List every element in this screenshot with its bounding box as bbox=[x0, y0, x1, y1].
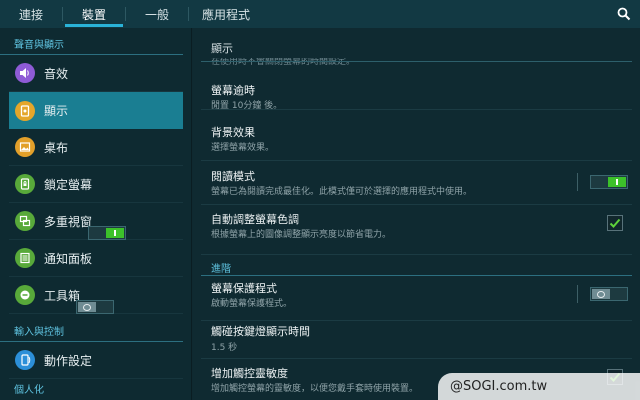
sidebar-item-motion[interactable]: 動作設定 bbox=[9, 342, 183, 379]
setting-touch-key-light-duration[interactable]: 觸碰按鍵燈顯示時間 1.5 秒 bbox=[201, 321, 632, 359]
sidebar-item-label: 音效 bbox=[44, 66, 69, 81]
multi-window-icon bbox=[15, 211, 35, 231]
setting-subtitle: 根據螢幕上的圖像調整顯示亮度以節省電力。 bbox=[211, 230, 392, 240]
setting-title: 觸碰按鍵燈顯示時間 bbox=[211, 325, 310, 338]
toolbox-toggle[interactable] bbox=[76, 300, 115, 314]
toggle-knob bbox=[608, 177, 626, 187]
sidebar: 聲音與顯示 音效 顯示 桌布 鎖定螢幕 多重視窗 通知面板 工具箱 輸入與控制 … bbox=[0, 28, 192, 400]
section-header-personalization: 個人化 bbox=[14, 385, 44, 396]
section-header-advanced: 進階 bbox=[201, 256, 632, 276]
setting-auto-adjust-screen-tone[interactable]: 自動調整螢幕色調 根據螢幕上的圖像調整顯示亮度以節省電力。 bbox=[201, 205, 632, 255]
tab-general[interactable]: 一般 bbox=[126, 0, 188, 28]
setting-subtitle: 啟動螢幕保護程式。 bbox=[211, 299, 293, 309]
toggle-knob bbox=[592, 289, 610, 299]
toggle-divider bbox=[577, 173, 578, 191]
sidebar-item-multi-window[interactable]: 多重視窗 bbox=[9, 203, 183, 240]
sidebar-item-display[interactable]: 顯示 bbox=[9, 92, 183, 129]
tab-applications[interactable]: 應用程式 bbox=[189, 0, 263, 28]
setting-screen-timeout[interactable]: 螢幕逾時 閒置 10分鐘 後。 bbox=[201, 70, 632, 111]
search-button[interactable] bbox=[614, 4, 634, 24]
sidebar-item-sound[interactable]: 音效 bbox=[9, 55, 183, 92]
sidebar-item-toolbox[interactable]: 工具箱 bbox=[9, 277, 183, 314]
setting-background-effect[interactable]: 背景效果 選擇螢幕效果。 bbox=[201, 110, 632, 161]
search-icon bbox=[617, 7, 631, 21]
tab-device[interactable]: 裝置 bbox=[63, 0, 125, 28]
volume-icon bbox=[15, 63, 35, 83]
sidebar-item-label: 桌布 bbox=[44, 140, 69, 155]
setting-title: 閱讀模式 bbox=[211, 170, 255, 183]
sidebar-item-label: 多重視窗 bbox=[44, 214, 93, 229]
section-header-input-control: 輸入與控制 bbox=[0, 316, 183, 342]
section-header-sound-display: 聲音與顯示 bbox=[0, 28, 183, 55]
reading-mode-toggle[interactable] bbox=[590, 175, 628, 189]
setting-title: 螢幕保護程式 bbox=[211, 282, 277, 295]
sidebar-item-label: 通知面板 bbox=[44, 251, 93, 266]
wallpaper-icon bbox=[15, 137, 35, 157]
motion-icon bbox=[15, 350, 35, 370]
top-tab-bar: 連接 裝置 一般 應用程式 bbox=[0, 0, 640, 28]
auto-adjust-checkbox[interactable] bbox=[607, 215, 623, 231]
sidebar-item-notification-panel[interactable]: 通知面板 bbox=[9, 240, 183, 277]
toggle-knob bbox=[78, 302, 97, 312]
toolbox-icon bbox=[15, 285, 35, 305]
screen-saver-toggle[interactable] bbox=[590, 287, 628, 301]
sidebar-item-label: 動作設定 bbox=[44, 353, 93, 368]
multi-window-toggle[interactable] bbox=[88, 226, 127, 240]
scrolled-subtitle: 在使用時不會關閉螢幕的時間設定。 bbox=[211, 58, 356, 67]
sidebar-item-label: 顯示 bbox=[44, 104, 69, 118]
setting-subtitle: 1.5 秒 bbox=[211, 343, 238, 353]
setting-subtitle: 選擇螢幕效果。 bbox=[211, 143, 275, 153]
setting-title: 背景效果 bbox=[211, 126, 255, 139]
setting-subtitle: 螢幕已為閱讀完成最佳化。此模式僅可於選擇的應用程式中使用。 bbox=[211, 187, 473, 197]
setting-subtitle: 增加觸控螢幕的靈敏度，以便您戴手套時使用裝置。 bbox=[211, 384, 419, 394]
checkmark-icon bbox=[609, 218, 621, 228]
title-divider bbox=[201, 61, 632, 62]
setting-screen-saver[interactable]: 螢幕保護程式 啟動螢幕保護程式。 bbox=[201, 277, 632, 321]
watermark: @SOGI.com.tw bbox=[438, 373, 640, 400]
lock-screen-icon bbox=[15, 174, 35, 194]
sidebar-item-label: 工具箱 bbox=[44, 288, 81, 303]
setting-reading-mode[interactable]: 閱讀模式 螢幕已為閱讀完成最佳化。此模式僅可於選擇的應用程式中使用。 bbox=[201, 161, 632, 205]
page-title: 顯示 bbox=[211, 42, 233, 55]
setting-title: 增加觸控靈敏度 bbox=[211, 367, 288, 380]
display-settings-panel: 顯示 在使用時不會關閉螢幕的時間設定。 螢幕逾時 閒置 10分鐘 後。 背景效果… bbox=[193, 28, 640, 400]
toggle-divider bbox=[577, 285, 578, 303]
setting-title: 自動調整螢幕色調 bbox=[211, 213, 299, 226]
sidebar-item-label: 鎖定螢幕 bbox=[44, 177, 93, 192]
tab-connections[interactable]: 連接 bbox=[0, 0, 62, 28]
section-header-label: 進階 bbox=[211, 264, 231, 275]
display-icon bbox=[15, 100, 35, 121]
setting-title: 螢幕逾時 bbox=[211, 84, 255, 97]
notification-panel-icon bbox=[15, 248, 35, 268]
sidebar-item-lock-screen[interactable]: 鎖定螢幕 bbox=[9, 166, 183, 203]
toggle-knob bbox=[106, 228, 125, 238]
sidebar-item-wallpaper[interactable]: 桌布 bbox=[9, 129, 183, 166]
